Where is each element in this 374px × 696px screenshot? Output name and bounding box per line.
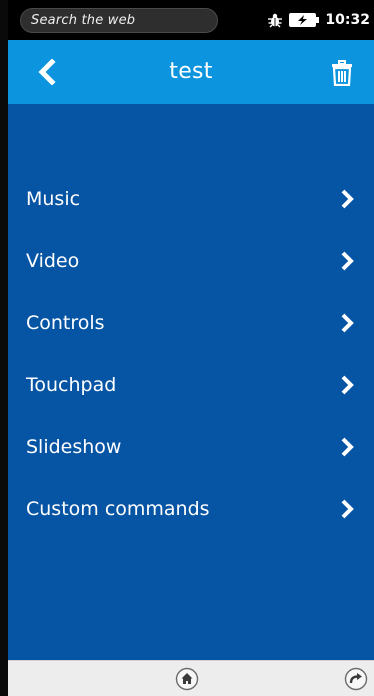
back-button[interactable]: [32, 56, 62, 88]
home-icon: [175, 667, 199, 691]
menu-item-label: Slideshow: [26, 436, 122, 458]
status-indicators: 10:32: [267, 0, 370, 40]
menu-item-label: Custom commands: [26, 498, 210, 520]
chevron-right-icon: [341, 189, 354, 209]
delete-button[interactable]: [328, 58, 356, 88]
menu-item-controls[interactable]: Controls: [8, 292, 374, 354]
menu-item-label: Music: [26, 188, 81, 210]
search-web-field[interactable]: Search the web: [20, 8, 218, 33]
menu-item-label: Touchpad: [26, 374, 117, 396]
bug-icon: [267, 12, 283, 28]
menu-item-video[interactable]: Video: [8, 230, 374, 292]
rotate-button[interactable]: [344, 667, 368, 691]
menu-list: Music Video Controls Touchpad Slideshow …: [8, 168, 374, 540]
status-bar: Search the web 10:32: [8, 0, 374, 40]
chevron-right-icon: [341, 313, 354, 333]
chevron-right-icon: [341, 375, 354, 395]
rotate-icon: [344, 667, 368, 691]
menu-panel: Music Video Controls Touchpad Slideshow …: [8, 104, 374, 660]
trash-icon: [332, 60, 352, 86]
page-title: test: [169, 59, 213, 84]
chevron-left-icon: [38, 59, 56, 85]
home-button[interactable]: [175, 667, 199, 691]
menu-item-custom-commands[interactable]: Custom commands: [8, 478, 374, 540]
chevron-right-icon: [341, 499, 354, 519]
menu-item-music[interactable]: Music: [8, 168, 374, 230]
chevron-right-icon: [341, 437, 354, 457]
menu-item-label: Controls: [26, 312, 105, 334]
chevron-right-icon: [341, 251, 354, 271]
battery-charging-icon: [289, 13, 320, 27]
system-nav-bar: [8, 660, 374, 696]
clock: 10:32: [325, 12, 370, 28]
menu-item-slideshow[interactable]: Slideshow: [8, 416, 374, 478]
app-header: test: [8, 40, 374, 104]
menu-item-label: Video: [26, 250, 80, 272]
menu-item-touchpad[interactable]: Touchpad: [8, 354, 374, 416]
